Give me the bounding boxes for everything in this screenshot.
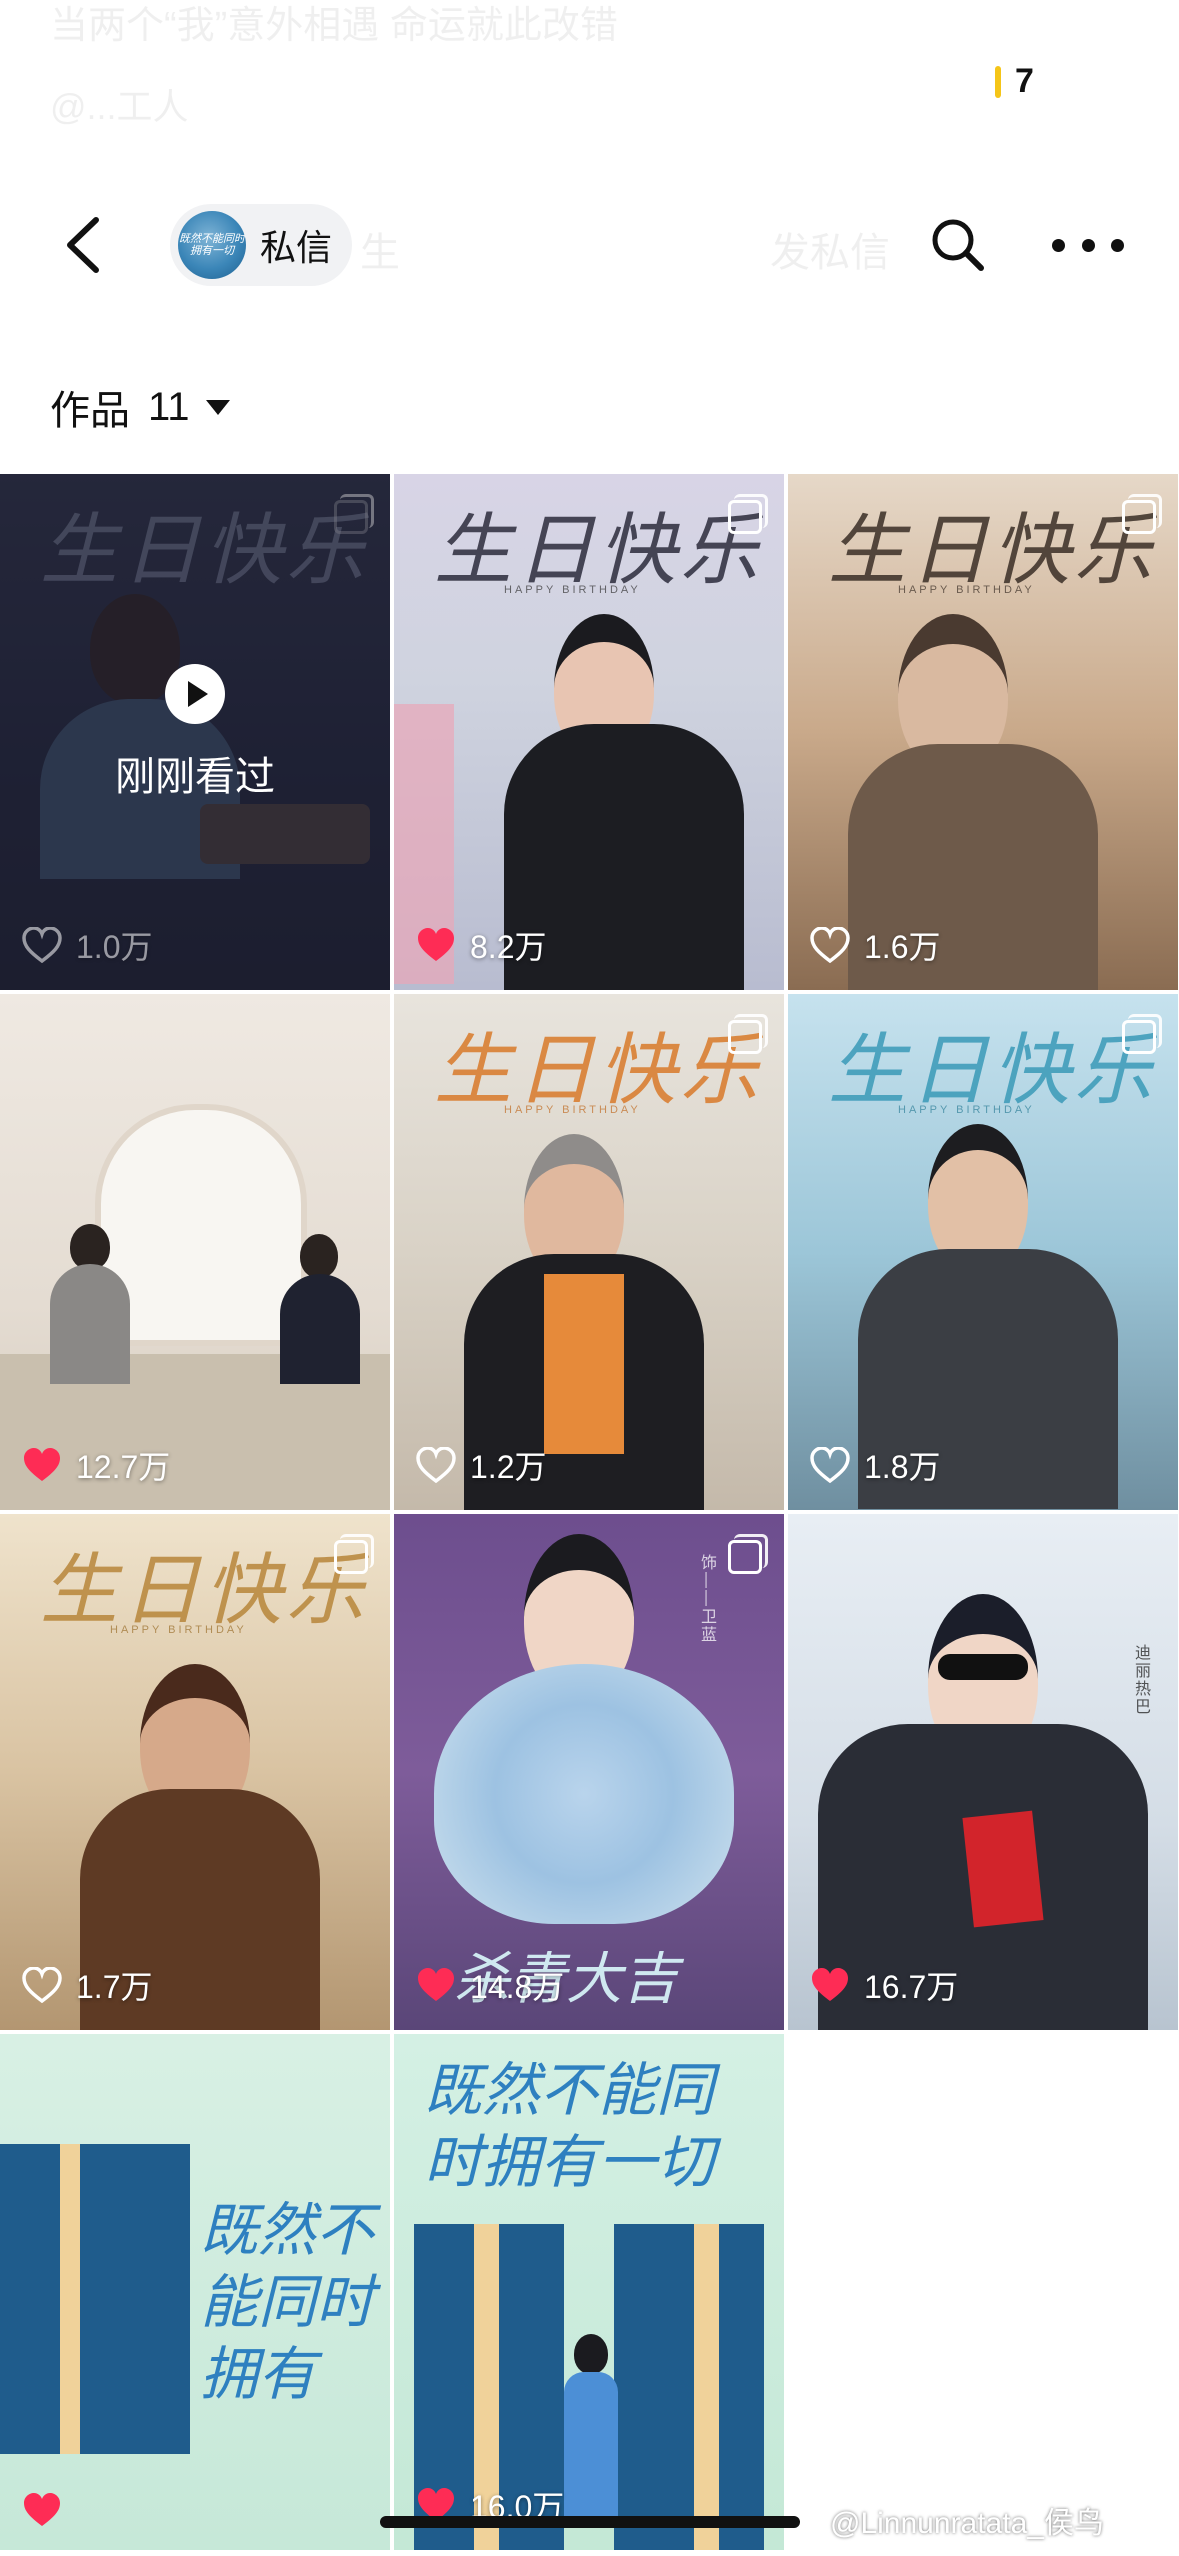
like-count <box>22 2492 76 2528</box>
like-count-text: 1.6万 <box>864 929 941 965</box>
video-tile[interactable]: 生日快乐 HAPPY BIRTHDAY 8.2万 <box>394 474 784 990</box>
works-count: 11 <box>148 384 190 429</box>
like-count-text: 1.8万 <box>864 1449 941 1485</box>
tile-subtitle: HAPPY BIRTHDAY <box>110 1624 247 1636</box>
heart-icon <box>24 1448 60 1481</box>
faint-follow-text: 生 <box>360 231 400 275</box>
search-icon <box>932 219 984 271</box>
like-count-text: 16.7万 <box>864 1969 959 2005</box>
top-nav: 生 既然不能同时拥有一切 私信 发私信 <box>0 190 1179 300</box>
heart-icon <box>812 1968 848 2001</box>
video-tile[interactable]: 迪丽热巴 16.7万 <box>788 1514 1178 2030</box>
play-icon <box>165 664 225 724</box>
tile-subtitle: HAPPY BIRTHDAY <box>504 1104 641 1116</box>
person-figure-body <box>50 1264 130 1384</box>
blue-door <box>614 2224 764 2550</box>
door-gap-light <box>694 2224 719 2550</box>
like-count: 1.0万 <box>22 922 153 968</box>
heart-icon <box>810 927 850 963</box>
heart-icon <box>416 1447 456 1483</box>
video-tile[interactable]: 饰——卫蓝 杀青大吉 14.8万 <box>394 1514 784 2030</box>
multi-image-icon <box>1122 494 1162 534</box>
blue-door <box>0 2144 190 2454</box>
notification-badge[interactable]: 7 <box>995 62 1034 101</box>
like-count-text: 12.7万 <box>76 1449 171 1485</box>
video-tile[interactable]: 12.7万 <box>0 994 390 1510</box>
dm-label: 私信 <box>260 227 333 268</box>
works-label: 作品 <box>50 389 130 433</box>
multi-image-icon <box>728 1014 768 1054</box>
more-icon <box>1052 238 1065 252</box>
avatar-text: 既然不能同时拥有一切 <box>179 233 245 257</box>
multi-image-icon <box>334 1534 374 1574</box>
like-count: 12.7万 <box>22 1442 170 1488</box>
sunglasses <box>938 1654 1028 1680</box>
like-count-text: 8.2万 <box>470 929 547 965</box>
caret-down-icon <box>205 399 230 415</box>
multi-image-icon <box>728 1534 768 1574</box>
like-count: 16.7万 <box>810 1962 958 2008</box>
more-icon-dot <box>1081 238 1095 252</box>
more-icon-dot <box>1111 238 1124 252</box>
door-gap-light <box>60 2144 80 2454</box>
poster-text: 既然不能同时拥有 <box>200 2196 375 2408</box>
banner-subtext: @...工人 <box>50 86 189 127</box>
video-tile[interactable]: 生日快乐 HAPPY BIRTHDAY 1.8万 <box>788 994 1178 1510</box>
heart-icon <box>810 1447 850 1483</box>
avatar: 既然不能同时拥有一切 <box>178 211 246 279</box>
tile-subtitle: HAPPY BIRTHDAY <box>504 584 641 596</box>
like-count: 8.2万 <box>416 922 547 968</box>
multi-image-icon <box>1122 1014 1162 1054</box>
heart-icon <box>418 1968 454 2001</box>
watermark: @Linnunratata_侯鸟 <box>830 2507 1104 2540</box>
red-envelope <box>962 1810 1044 1928</box>
home-indicator[interactable] <box>380 2516 800 2528</box>
like-count: 1.8万 <box>810 1442 941 1488</box>
like-count-text: 1.2万 <box>470 1449 547 1485</box>
faint-send-text: 发私信 <box>770 231 890 275</box>
seen-overlay <box>0 474 390 990</box>
like-count: 14.8万 <box>416 1962 564 2008</box>
like-count: 1.2万 <box>416 1442 547 1488</box>
like-count: 1.6万 <box>810 922 941 968</box>
like-count: 1.7万 <box>22 1962 153 2008</box>
works-filter[interactable]: 作品 11 <box>50 378 230 436</box>
back-button[interactable] <box>52 210 122 280</box>
flower-bouquet <box>434 1664 734 1924</box>
video-tile[interactable]: 生日快乐 HAPPY BIRTHDAY 1.7万 <box>0 1514 390 2030</box>
person-figure-body <box>564 2372 618 2522</box>
banner-text: 当两个“我”意外相遇 命运就此改错 <box>50 5 618 47</box>
video-tile[interactable]: 既然不能同时拥有 <box>0 2034 390 2550</box>
orange-shirt <box>544 1274 624 1454</box>
back-arrow-icon <box>67 217 99 273</box>
tile-subtitle: HAPPY BIRTHDAY <box>898 584 1035 596</box>
heart-icon <box>22 927 62 963</box>
person-figure <box>300 1234 338 1278</box>
search-button[interactable] <box>925 212 991 278</box>
person-figure-body <box>280 1274 360 1384</box>
tile-subtitle: HAPPY BIRTHDAY <box>898 1104 1035 1116</box>
credit-text: 饰——卫蓝 <box>698 1554 715 1644</box>
notification-bar-icon <box>995 65 1001 98</box>
like-count-text: 14.8万 <box>470 1969 565 2005</box>
video-tile[interactable]: 生日快乐 刚刚看过 1.0万 <box>0 474 390 990</box>
like-count-text: 1.7万 <box>76 1969 153 2005</box>
more-button[interactable] <box>1052 212 1124 278</box>
credit-text: 迪丽热巴 <box>1132 1644 1149 1716</box>
heart-icon <box>24 2493 60 2526</box>
video-tile[interactable]: 生日快乐 HAPPY BIRTHDAY 1.6万 <box>788 474 1178 990</box>
heart-icon <box>418 928 454 961</box>
video-tile[interactable]: 生日快乐 HAPPY BIRTHDAY 1.2万 <box>394 994 784 1510</box>
notification-count: 7 <box>1015 62 1034 100</box>
heart-icon <box>22 1967 62 2003</box>
like-count-text: 1.0万 <box>76 929 153 965</box>
recently-viewed-label: 刚刚看过 <box>115 755 275 799</box>
person-figure <box>574 2334 608 2374</box>
multi-image-icon <box>728 494 768 534</box>
dm-button[interactable]: 既然不能同时拥有一切 私信 <box>170 204 352 286</box>
video-tile[interactable]: 既然不能同时拥有一切 16.0万 <box>394 2034 784 2550</box>
poster-text: 既然不能同时拥有一切 <box>424 2056 715 2196</box>
